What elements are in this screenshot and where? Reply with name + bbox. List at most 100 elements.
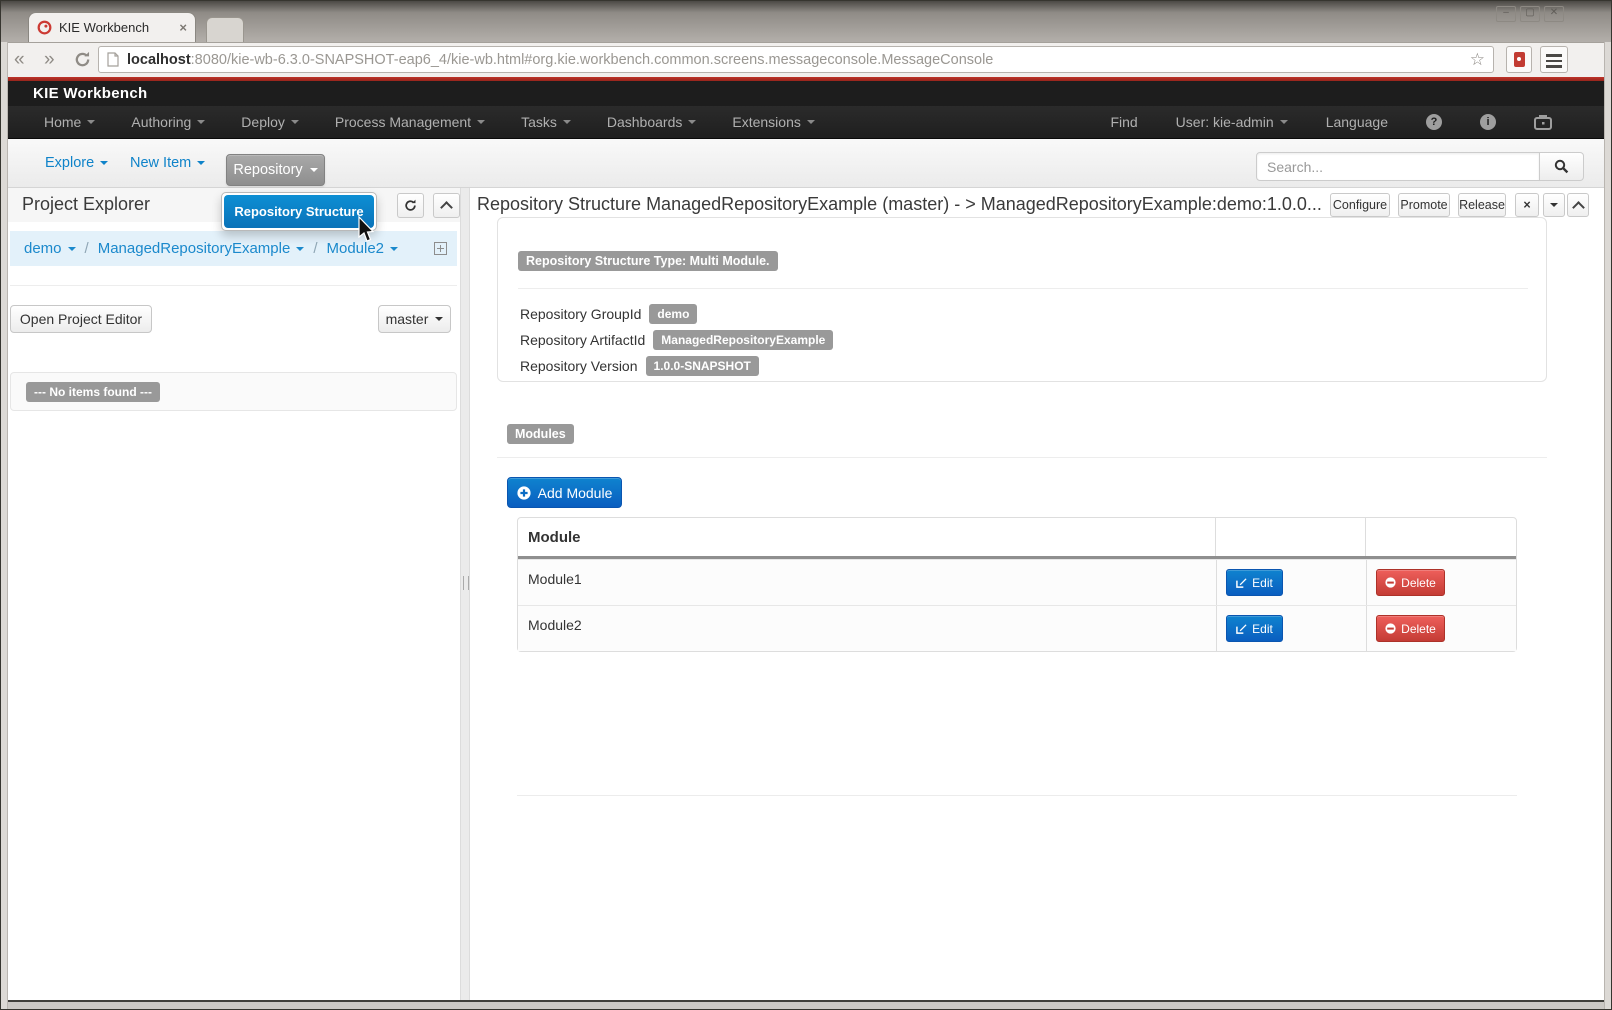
minus-circle-icon: [1385, 623, 1396, 634]
edit-icon: [1236, 623, 1247, 634]
caret-down-icon: [197, 120, 205, 124]
new-item-menu[interactable]: New Item: [130, 155, 205, 171]
panel-splitter[interactable]: [460, 188, 470, 1000]
menu-item-repository-structure[interactable]: Repository Structure: [224, 195, 374, 228]
forward-icon[interactable]: »: [44, 47, 55, 73]
caret-down-icon: [688, 120, 696, 124]
edit-button[interactable]: Edit: [1226, 615, 1283, 642]
column-header-edit: [1215, 518, 1366, 556]
star-icon[interactable]: ☆: [1470, 50, 1485, 70]
plus-circle-icon: [517, 486, 531, 500]
reload-icon[interactable]: [74, 51, 91, 68]
search-group: [1256, 152, 1584, 181]
browser-titlebar: KIE Workbench × – ▢ ✕: [0, 0, 1612, 42]
caret-down-icon: [100, 161, 108, 165]
chevron-up-icon: [440, 201, 453, 214]
menu-language[interactable]: Language: [1326, 114, 1388, 130]
help-icon[interactable]: ?: [1426, 114, 1442, 130]
search-icon: [1554, 159, 1569, 174]
no-items-panel: --- No items found ---: [10, 372, 457, 411]
tab-close-icon[interactable]: ×: [179, 20, 187, 35]
menu-icon[interactable]: [1540, 46, 1568, 73]
browser-toolbar: « » localhost:8080/kie-wb-6.3.0-SNAPSHOT…: [2, 42, 1610, 78]
caret-down-icon: [87, 120, 95, 124]
caret-down-icon: [291, 120, 299, 124]
menu-deploy[interactable]: Deploy: [241, 114, 299, 130]
menu-user[interactable]: User: kie-admin: [1176, 114, 1288, 130]
breadcrumb-separator: /: [85, 240, 89, 257]
page-icon: [107, 52, 119, 67]
repository-structure-panel: Repository Structure ManagedRepositoryEx…: [470, 188, 1604, 1000]
structure-type-badge: Repository Structure Type: Multi Module.: [518, 251, 778, 271]
splitter-handle-icon: [463, 576, 469, 590]
caret-down-icon: [563, 120, 571, 124]
browser-tab[interactable]: KIE Workbench ×: [28, 12, 196, 42]
expand-panel-button[interactable]: [1543, 193, 1565, 217]
close-icon[interactable]: ✕: [1544, 6, 1564, 22]
breadcrumb-item-project[interactable]: ManagedRepositoryExample: [98, 240, 305, 257]
window-frame-right: [1604, 42, 1612, 1010]
close-panel-button[interactable]: ×: [1515, 193, 1539, 217]
maximize-icon[interactable]: ▢: [1520, 6, 1540, 22]
modules-badge: Modules: [507, 424, 574, 444]
breadcrumb: demo / ManagedRepositoryExample / Module…: [10, 231, 457, 266]
menu-extensions[interactable]: Extensions: [732, 114, 814, 130]
new-tab-button[interactable]: [206, 17, 244, 43]
add-module-button[interactable]: Add Module: [507, 477, 622, 508]
menu-tasks[interactable]: Tasks: [521, 114, 571, 130]
repository-info-box: Repository Structure Type: Multi Module.…: [497, 217, 1547, 382]
minus-circle-icon: [1385, 577, 1396, 588]
refresh-button[interactable]: [397, 193, 424, 218]
perspective-toolbar: Explore New Item Repository: [8, 139, 1604, 188]
search-input[interactable]: [1256, 152, 1540, 181]
repository-dropdown-menu: Repository Structure: [221, 192, 377, 231]
caret-down-icon: [807, 120, 815, 124]
table-row: Module1 Edit Delete: [518, 559, 1516, 605]
caret-down-icon: [1280, 120, 1288, 124]
caret-down-icon: [68, 247, 76, 251]
menu-authoring[interactable]: Authoring: [131, 114, 205, 130]
delete-button[interactable]: Delete: [1376, 569, 1445, 596]
menu-dashboards[interactable]: Dashboards: [607, 114, 697, 130]
menu-process-management[interactable]: Process Management: [335, 114, 485, 130]
close-icon: ×: [1523, 198, 1530, 212]
search-button[interactable]: [1540, 152, 1584, 181]
delete-button[interactable]: Delete: [1376, 615, 1445, 642]
bookmark-icon[interactable]: [1506, 46, 1532, 73]
panel-title: Repository Structure ManagedRepositoryEx…: [477, 194, 1322, 215]
url-bar[interactable]: localhost:8080/kie-wb-6.3.0-SNAPSHOT-eap…: [98, 46, 1494, 73]
divider: [517, 795, 1517, 796]
app-navbar-brand-row: KIE Workbench: [8, 81, 1604, 106]
cursor-icon: [356, 216, 376, 244]
field-artifact-id: Repository ArtifactIdManagedRepositoryEx…: [520, 330, 833, 350]
open-project-editor-button[interactable]: Open Project Editor: [10, 305, 152, 333]
group-id-badge: demo: [649, 304, 697, 324]
breadcrumb-separator: /: [313, 240, 317, 257]
refresh-icon: [404, 199, 417, 212]
release-button[interactable]: Release: [1458, 193, 1506, 217]
divider: [518, 288, 1528, 289]
explore-menu[interactable]: Explore: [45, 155, 108, 171]
edit-button[interactable]: Edit: [1226, 569, 1283, 596]
collapse-panel-button[interactable]: [1567, 193, 1589, 217]
branch-selector-button[interactable]: master: [378, 305, 451, 333]
minimize-icon[interactable]: –: [1496, 6, 1516, 22]
modules-table: Module Module1 Edit Delete Module2 Edit …: [517, 517, 1517, 652]
field-version: Repository Version1.0.0-SNAPSHOT: [520, 356, 833, 376]
collapse-panel-button[interactable]: [433, 193, 460, 218]
apps-icon[interactable]: [1534, 114, 1552, 130]
configure-button[interactable]: Configure: [1330, 193, 1390, 217]
version-badge: 1.0.0-SNAPSHOT: [646, 356, 759, 376]
info-icon[interactable]: i: [1480, 114, 1496, 130]
promote-button[interactable]: Promote: [1398, 193, 1450, 217]
column-header-module: Module: [518, 529, 1215, 546]
expand-icon[interactable]: [434, 242, 447, 255]
back-icon[interactable]: «: [14, 47, 25, 73]
repository-menu-button[interactable]: Repository: [226, 154, 325, 186]
caret-down-icon: [296, 247, 304, 251]
divider: [10, 285, 457, 286]
table-row: Module2 Edit Delete: [518, 605, 1516, 651]
menu-find[interactable]: Find: [1110, 114, 1137, 130]
breadcrumb-item-repo[interactable]: demo: [24, 240, 76, 257]
menu-home[interactable]: Home: [44, 114, 95, 130]
